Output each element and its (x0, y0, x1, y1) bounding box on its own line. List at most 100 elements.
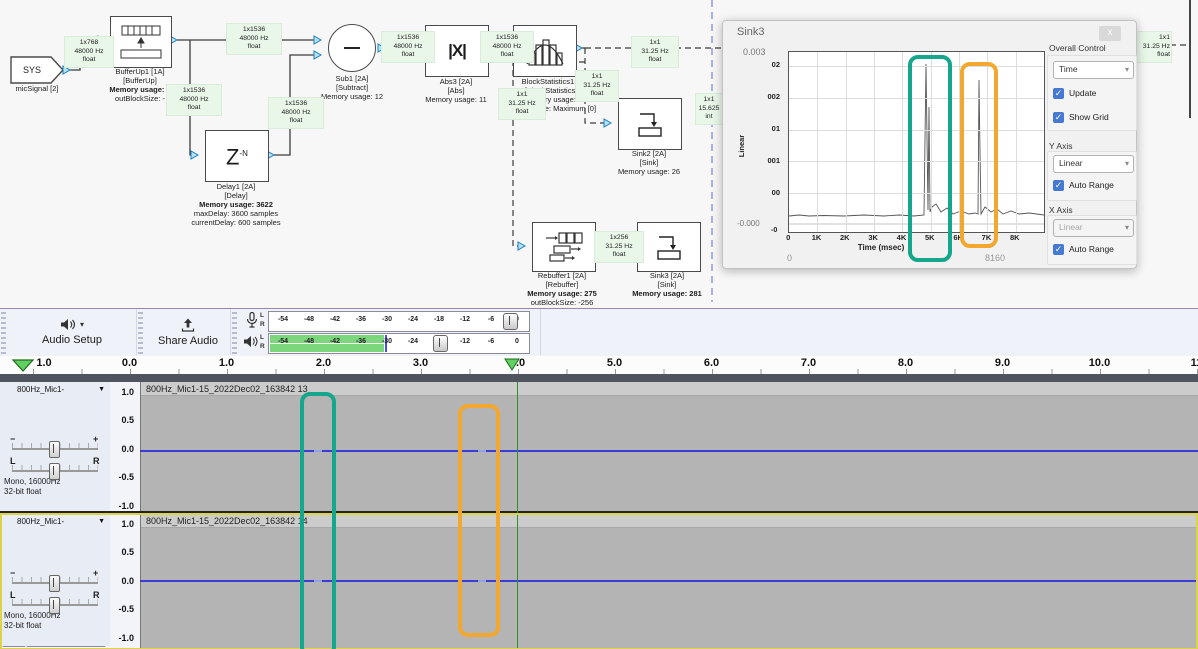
speaker-icon (60, 318, 76, 331)
signal-label: 1x131.25 Hzfloat (498, 88, 546, 120)
playback-volume-slider[interactable] (433, 335, 448, 352)
block-rebuffer1[interactable] (532, 222, 596, 272)
update-label: Update (1069, 88, 1096, 98)
timeline-pin-button[interactable] (10, 358, 36, 372)
x-range-start: 0 (787, 253, 792, 263)
playback-level-right (270, 344, 384, 352)
playback-left-channel-label: L (260, 334, 264, 341)
track1-title[interactable]: 800Hz_Mic1- ▼ (17, 384, 108, 396)
chevron-down-icon: ▾ (1125, 156, 1129, 171)
toolbar-grip[interactable] (232, 310, 237, 354)
recording-meter-scale: -54-48-42-36-30-24-18-12-60 (270, 316, 530, 323)
signal-label: 1x153648000 Hzfloat (226, 23, 282, 55)
track1-scale-labels: 1.00.50.0-0.5-1.0 (104, 378, 134, 520)
sink3-window-close-button[interactable]: x (1099, 26, 1121, 41)
block-sys-caption: micSignal [2] (2, 84, 72, 93)
screenshot-root: SYS micSignal [2] BufferUp1 [1A][BufferU… (0, 0, 1198, 649)
x-scale-select[interactable]: Linear ▾ (1053, 219, 1134, 237)
teal-highlight-tracks (300, 392, 336, 649)
track1-name: 800Hz_Mic1- (17, 385, 64, 394)
playhead-marker[interactable] (503, 358, 521, 372)
bufferup-icon (119, 24, 163, 60)
track2-waveform[interactable] (140, 528, 1198, 649)
update-checkbox-row[interactable]: ✓ Update (1053, 87, 1096, 99)
track2-clip-title[interactable]: 800Hz_Mic1-15_2022Dec02_163842 14 (140, 514, 1198, 528)
recording-volume-slider[interactable] (503, 313, 518, 330)
playhead-cursor-line (517, 382, 518, 648)
x-scale-value: Linear (1059, 222, 1083, 232)
track1-waveform[interactable] (140, 396, 1198, 511)
scrub-bar[interactable] (0, 374, 1198, 382)
share-audio-button[interactable]: Share Audio (146, 311, 230, 353)
block-sink2-caption: Sink2 [2A][Sink]Memory usage: 26 (604, 149, 694, 176)
record-left-channel-label: L (260, 312, 264, 319)
signal-label: 1x153648000 Hzfloat (480, 31, 534, 63)
teal-highlight-plot (908, 55, 952, 262)
x-axis-group-label: X Axis (1049, 205, 1073, 215)
block-sink2[interactable] (618, 98, 682, 150)
sink-icon (632, 110, 668, 138)
domain-select-value: Time (1059, 64, 1078, 74)
track1-gain-slider[interactable] (49, 441, 60, 458)
track-separator[interactable] (0, 511, 1198, 513)
audio-setup-button[interactable]: ▾ Audio Setup (10, 311, 134, 353)
y-autorange-checkbox-row[interactable]: ✓ Auto Range (1053, 179, 1114, 191)
signal-label: 1x131.25 Hzfloat (631, 36, 679, 68)
x-autorange-checkbox[interactable]: ✓ (1053, 244, 1064, 255)
y-autorange-checkbox[interactable]: ✓ (1053, 180, 1064, 191)
signal-label: 1x76848000 Hzfloat (64, 36, 114, 68)
block-sys[interactable]: SYS (14, 62, 50, 78)
x-range-end: 8160 (985, 253, 1005, 263)
orange-highlight-tracks (458, 404, 500, 637)
y-min-label: -0.000 (737, 219, 760, 228)
block-delay1-caption: Delay1 [2A][Delay]Memory usage: 3622maxD… (171, 182, 301, 227)
track2-gain-slider[interactable] (49, 575, 60, 592)
track2-title[interactable]: 800Hz_Mic1- ▼ (17, 516, 108, 528)
y-axis-name: Linear (737, 106, 747, 186)
y-tick-labels: 020020100100 (751, 49, 783, 209)
toolbar-grip[interactable] (138, 310, 143, 354)
audio-setup-label: Audio Setup (42, 334, 102, 346)
update-checkbox[interactable]: ✓ (1053, 88, 1064, 99)
overall-control-label: Overall Control (1049, 43, 1106, 53)
block-bufferup1[interactable] (110, 16, 172, 68)
block-diagram-canvas: SYS micSignal [2] BufferUp1 [1A][BufferU… (0, 0, 1198, 308)
subtract-icon (344, 47, 360, 49)
domain-select[interactable]: Time ▾ (1053, 61, 1134, 79)
abs-icon: |X| (448, 41, 466, 61)
speaker-icon[interactable] (243, 335, 258, 348)
y-scale-select[interactable]: Linear ▾ (1053, 155, 1134, 173)
signal-label: 1x153648000 Hzfloat (381, 31, 435, 63)
y-scale-value: Linear (1059, 158, 1083, 168)
chevron-down-icon: ▾ (80, 320, 84, 329)
signal-label: 1x131.25 Hzfloat (575, 70, 619, 102)
delay-icon: Z-N (226, 143, 248, 168)
share-upload-icon (180, 318, 196, 332)
playback-right-channel-label: R (260, 343, 265, 350)
record-right-channel-label: R (260, 321, 265, 328)
signal-label: 1x153648000 Hzfloat (268, 97, 324, 129)
signal-label: 1x153648000 Hzfloat (166, 84, 222, 116)
chevron-down-icon: ▾ (1125, 220, 1129, 235)
track1-zero-line (140, 450, 1198, 452)
show-grid-checkbox-row[interactable]: ✓ Show Grid (1053, 111, 1109, 123)
microphone-icon[interactable] (246, 312, 258, 328)
signal-label: 1x115.625int (695, 93, 723, 125)
x-autorange-checkbox-row[interactable]: ✓ Auto Range (1053, 243, 1114, 255)
block-sink3[interactable] (637, 222, 701, 272)
toolbar-grip[interactable] (1, 310, 6, 354)
track2-scale-labels: 1.00.50.0-0.5-1.0 (104, 510, 134, 649)
signal-label: 1x25631.25 Hzfloat (594, 231, 644, 263)
show-grid-label: Show Grid (1069, 112, 1109, 122)
track2-pan-slider[interactable] (49, 597, 60, 614)
orange-highlight-plot (960, 62, 998, 248)
block-sub1[interactable] (328, 24, 376, 72)
track1-clip-title[interactable]: 800Hz_Mic1-15_2022Dec02_163842 13 (140, 382, 1198, 396)
ruler-negative-label: 1.0 (33, 357, 55, 369)
track2-format-line2: 32-bit float (4, 621, 41, 630)
track1-pan-slider[interactable] (49, 463, 60, 480)
show-grid-checkbox[interactable]: ✓ (1053, 112, 1064, 123)
x-autorange-label: Auto Range (1069, 244, 1114, 254)
block-delay1[interactable]: Z-N (205, 130, 269, 182)
share-audio-label: Share Audio (158, 335, 218, 347)
